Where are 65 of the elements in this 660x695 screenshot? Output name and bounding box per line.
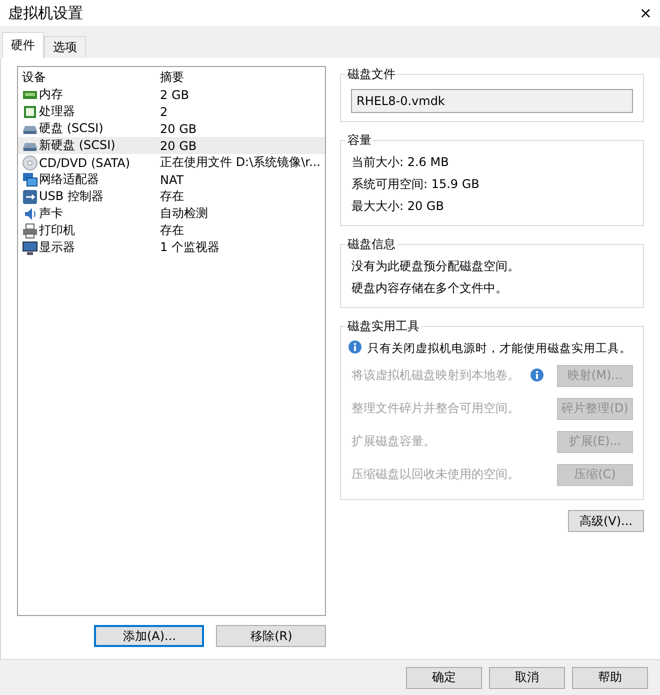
device-row[interactable]: USB 控制器 存在 xyxy=(18,188,326,205)
device-row[interactable]: 声卡 自动检测 xyxy=(18,205,326,222)
device-name: 显示器 xyxy=(39,239,75,256)
utility-text: 将该虚拟机磁盘映射到本地卷。 xyxy=(351,367,520,384)
disk-file-field[interactable]: RHEL8-0.vmdk xyxy=(351,89,633,113)
device-name: 内存 xyxy=(39,86,63,103)
disc-icon xyxy=(22,154,38,170)
network-icon xyxy=(22,172,38,188)
device-name: 硬盘 (SCSI) xyxy=(39,120,104,137)
close-button[interactable]: × xyxy=(639,4,652,22)
device-row[interactable]: CD/DVD (SATA) 正在使用文件 D:\系统镜像\r... xyxy=(18,154,326,171)
device-summary: 正在使用文件 D:\系统镜像\r... xyxy=(160,154,322,171)
device-summary: 存在 xyxy=(160,222,185,239)
dialog-button[interactable]: 确定 xyxy=(406,666,482,688)
device-name: 新硬盘 (SCSI) xyxy=(39,137,116,154)
utility-text: 扩展磁盘容量。 xyxy=(351,433,436,450)
add-button[interactable]: 添加(A)... xyxy=(94,625,204,647)
device-summary: 20 GB xyxy=(160,122,198,136)
device-summary: 自动检测 xyxy=(160,205,209,222)
group-title: 容量 xyxy=(346,132,372,149)
device-row[interactable]: 内存 2 GB xyxy=(18,86,326,103)
usb-icon xyxy=(22,188,38,204)
device-row[interactable]: 网络适配器 NAT xyxy=(18,171,326,188)
device-row[interactable]: 显示器 1 个监视器 xyxy=(18,239,326,256)
device-row[interactable]: 硬盘 (SCSI) 20 GB xyxy=(18,120,326,137)
remove-button[interactable]: 移除(R) xyxy=(216,625,326,647)
device-name: 网络适配器 xyxy=(39,171,99,188)
device-name: 处理器 xyxy=(39,103,75,120)
column-header: 设备 xyxy=(22,69,47,86)
device-summary: 2 xyxy=(160,104,169,118)
capacity-text: 当前大小: 2.6 MB xyxy=(351,154,449,170)
printer-icon xyxy=(22,222,38,238)
dialog-button[interactable]: 取消 xyxy=(489,666,565,688)
info-text: 硬盘内容存储在多个文件中。 xyxy=(351,280,508,296)
device-summary: 1 个监视器 xyxy=(160,239,220,256)
info-text: 没有为此硬盘预分配磁盘空间。 xyxy=(351,258,520,274)
notice-text: 只有关闭虚拟机电源时，才能使用磁盘实用工具。 xyxy=(367,340,632,356)
group-title: 磁盘实用工具 xyxy=(346,318,420,335)
monitor-icon xyxy=(22,240,38,256)
utility-text: 整理文件碎片并整合可用空间。 xyxy=(351,400,520,417)
device-name: 声卡 xyxy=(39,205,63,222)
capacity-text: 最大大小: 20 GB xyxy=(351,198,444,214)
speaker-icon xyxy=(22,206,38,222)
device-summary: 存在 xyxy=(160,188,185,205)
utility-text: 压缩磁盘以回收未使用的空间。 xyxy=(351,466,520,483)
device-row[interactable]: 打印机 存在 xyxy=(18,222,326,239)
group-title: 磁盘信息 xyxy=(346,236,396,253)
column-header: 摘要 xyxy=(160,69,185,86)
device-name: 打印机 xyxy=(39,222,75,239)
device-row[interactable]: 新硬盘 (SCSI) 20 GB xyxy=(18,137,326,154)
capacity-text: 系统可用空间: 15.9 GB xyxy=(351,176,480,192)
advanced-button[interactable]: 高级(V)... xyxy=(568,510,644,532)
tab[interactable]: 硬件 xyxy=(2,32,44,58)
info-icon xyxy=(347,340,364,356)
chip-icon xyxy=(22,104,38,120)
group-title: 磁盘文件 xyxy=(346,66,396,83)
dialog-button[interactable]: 帮助 xyxy=(572,666,648,688)
device-name: CD/DVD (SATA) xyxy=(39,156,130,170)
tab[interactable]: 选项 xyxy=(44,36,86,58)
window-title: 虚拟机设置 xyxy=(8,4,83,22)
device-name: USB 控制器 xyxy=(39,188,104,205)
device-summary: 2 GB xyxy=(160,88,190,102)
device-row[interactable]: 处理器 2 xyxy=(18,103,326,120)
device-summary: NAT xyxy=(160,172,185,186)
device-summary: 20 GB xyxy=(160,138,198,152)
